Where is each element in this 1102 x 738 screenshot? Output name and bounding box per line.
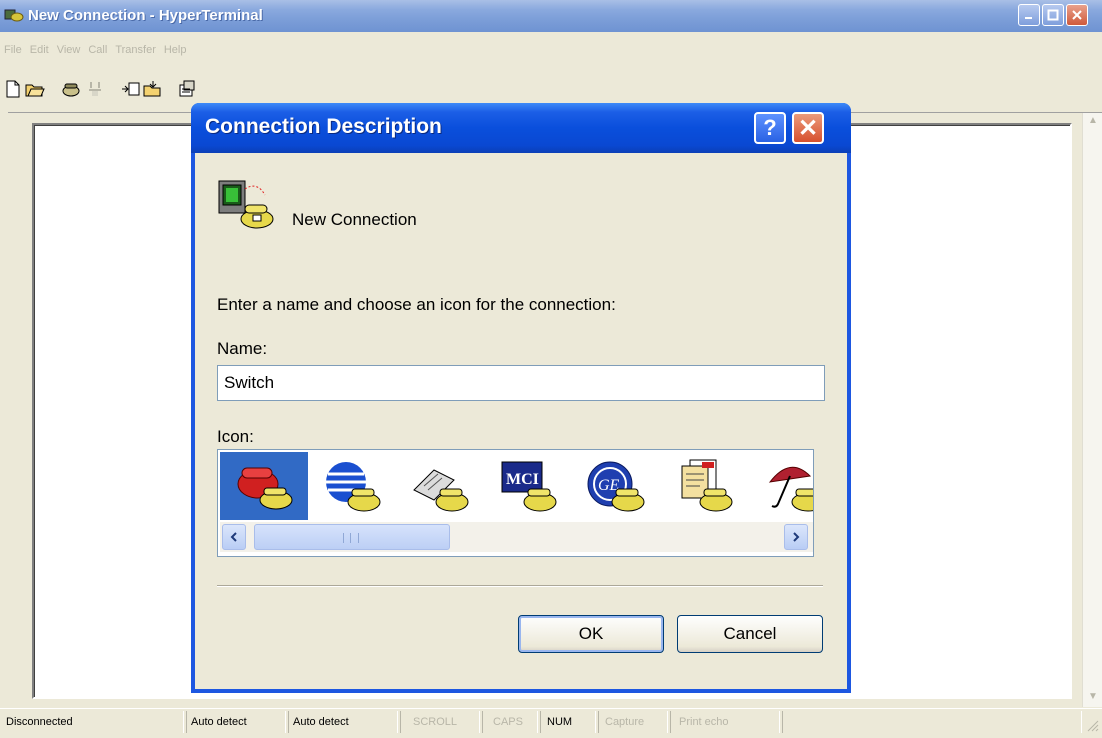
connection-description-dialog: Connection Description ? ✕ New Connectio…	[191, 103, 851, 693]
icon-label: Icon:	[217, 427, 254, 446]
scroll-down-icon[interactable]: ▼	[1087, 691, 1099, 703]
svg-text:MCI: MCI	[506, 471, 539, 488]
status-print-echo: Print echo	[670, 711, 780, 733]
status-empty	[782, 711, 1082, 733]
scroll-up-icon[interactable]: ▲	[1087, 115, 1099, 127]
menu-transfer[interactable]: Transfer	[111, 32, 160, 56]
resize-grip-icon[interactable]	[1086, 719, 1100, 736]
status-scroll: SCROLL	[400, 711, 480, 733]
red-telephone-icon[interactable]	[220, 452, 308, 520]
connection-computer-phone-icon	[217, 175, 277, 235]
dialog-close-button[interactable]: ✕	[792, 112, 824, 144]
receive-icon[interactable]	[142, 78, 164, 100]
dialog-title: Connection Description	[205, 115, 442, 138]
status-connection: Disconnected	[2, 711, 184, 733]
status-capture: Capture	[598, 711, 668, 733]
status-num: NUM	[540, 711, 596, 733]
cancel-button[interactable]: Cancel	[677, 615, 823, 653]
new-document-icon[interactable]	[2, 78, 24, 100]
statusbar: Disconnected Auto detect Auto detect SCR…	[0, 708, 1102, 738]
call-icon[interactable]	[60, 78, 82, 100]
main-close-button[interactable]	[1066, 4, 1088, 26]
hyperterminal-app-icon[interactable]	[4, 6, 24, 24]
mci-phone-icon[interactable]: MCI	[484, 452, 572, 520]
menu-edit[interactable]: Edit	[26, 32, 53, 56]
documents-phone-icon[interactable]	[660, 452, 748, 520]
minimize-button[interactable]	[1018, 4, 1040, 26]
icon-picker-list[interactable]: MCI GE	[217, 449, 814, 557]
scroll-left-button[interactable]	[222, 524, 246, 550]
separator	[217, 585, 823, 587]
fax-phone-icon[interactable]	[396, 452, 484, 520]
open-folder-icon[interactable]	[24, 78, 46, 100]
scroll-right-button[interactable]	[784, 524, 808, 550]
status-auto-detect-1: Auto detect	[186, 711, 286, 733]
menubar: File Edit View Call Transfer Help	[0, 32, 1102, 72]
vertical-scrollbar[interactable]: ▲ ▼	[1082, 113, 1102, 707]
icon-horizontal-scrollbar[interactable]	[220, 522, 813, 552]
dialog-body: New Connection Enter a name and choose a…	[195, 153, 847, 689]
maximize-button[interactable]	[1042, 4, 1064, 26]
send-icon[interactable]	[120, 78, 142, 100]
name-label: Name:	[217, 339, 268, 358]
umbrella-phone-icon[interactable]	[748, 452, 813, 520]
status-auto-detect-2: Auto detect	[288, 711, 398, 733]
menu-call[interactable]: Call	[84, 32, 111, 56]
properties-icon[interactable]	[176, 78, 198, 100]
help-button[interactable]: ?	[754, 112, 786, 144]
status-caps: CAPS	[482, 711, 538, 733]
scroll-thumb[interactable]	[254, 524, 450, 550]
scroll-grip-icon	[343, 533, 359, 543]
menu-help[interactable]: Help	[160, 32, 191, 56]
instruction-text: Enter a name and choose an icon for the …	[217, 295, 616, 314]
blue-globe-phone-icon[interactable]	[308, 452, 396, 520]
connection-name-heading: New Connection	[292, 210, 417, 229]
disconnect-icon[interactable]	[84, 78, 106, 100]
menu-file[interactable]: File	[0, 32, 26, 56]
menu-view[interactable]: View	[53, 32, 85, 56]
dialog-titlebar[interactable]: Connection Description ? ✕	[191, 103, 851, 153]
main-titlebar: New Connection - HyperTerminal	[0, 0, 1102, 32]
ok-button[interactable]: OK	[518, 615, 664, 653]
ge-globe-phone-icon[interactable]: GE	[572, 452, 660, 520]
main-window-title: New Connection - HyperTerminal	[28, 7, 263, 24]
name-input[interactable]	[217, 365, 825, 401]
